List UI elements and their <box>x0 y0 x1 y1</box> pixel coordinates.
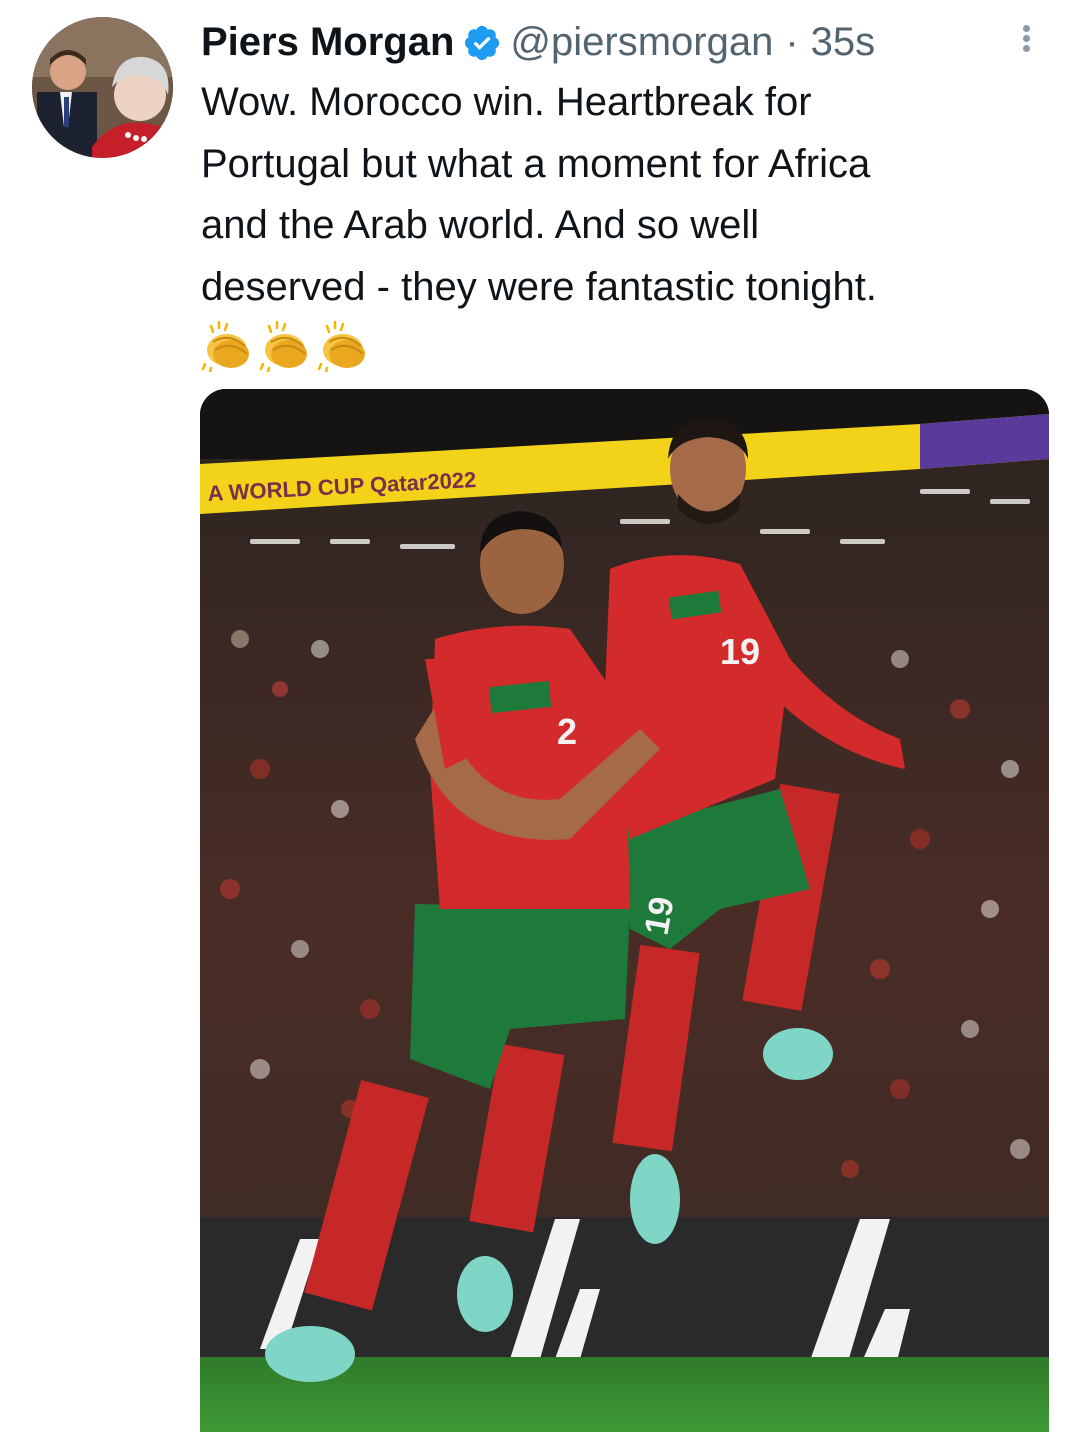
author-name[interactable]: Piers Morgan <box>201 14 454 70</box>
avatar[interactable] <box>32 17 173 158</box>
verified-badge-icon <box>462 22 502 62</box>
clapping-hands-icon <box>317 320 365 372</box>
tweet-text-line: and the Arab world. And so well <box>201 203 760 247</box>
tweet-header: Piers Morgan @piersmorgan · 35s <box>201 14 875 70</box>
author-handle[interactable]: @piersmorgan <box>510 14 773 70</box>
clapping-hands-icon <box>201 320 249 372</box>
tweet-timestamp[interactable]: 35s <box>811 14 876 70</box>
emoji-row <box>201 318 369 374</box>
separator-dot: · <box>785 20 799 64</box>
tweet-text-line: deserved - they were fantastic tonight. <box>201 264 877 309</box>
tweet-text: Wow. Morocco win. Heartbreak for Portuga… <box>201 72 1041 318</box>
football-celebration-photo: A WORLD CUP Qatar2022 19 19 2 <box>200 389 1049 1432</box>
tweet-media-photo[interactable]: A WORLD CUP Qatar2022 19 19 2 <box>200 389 1049 1432</box>
avatar-photo <box>32 17 173 158</box>
tweet-text-line: Portugal but what a moment for Africa <box>201 141 871 186</box>
shorts-number: 19 <box>638 894 682 938</box>
tweet-text-line: Wow. Morocco win. Heartbreak for <box>201 80 812 124</box>
jersey-number: 19 <box>720 631 760 672</box>
jersey-number: 2 <box>557 711 577 752</box>
clapping-hands-icon <box>259 320 307 372</box>
more-options-icon[interactable] <box>1014 22 1038 58</box>
